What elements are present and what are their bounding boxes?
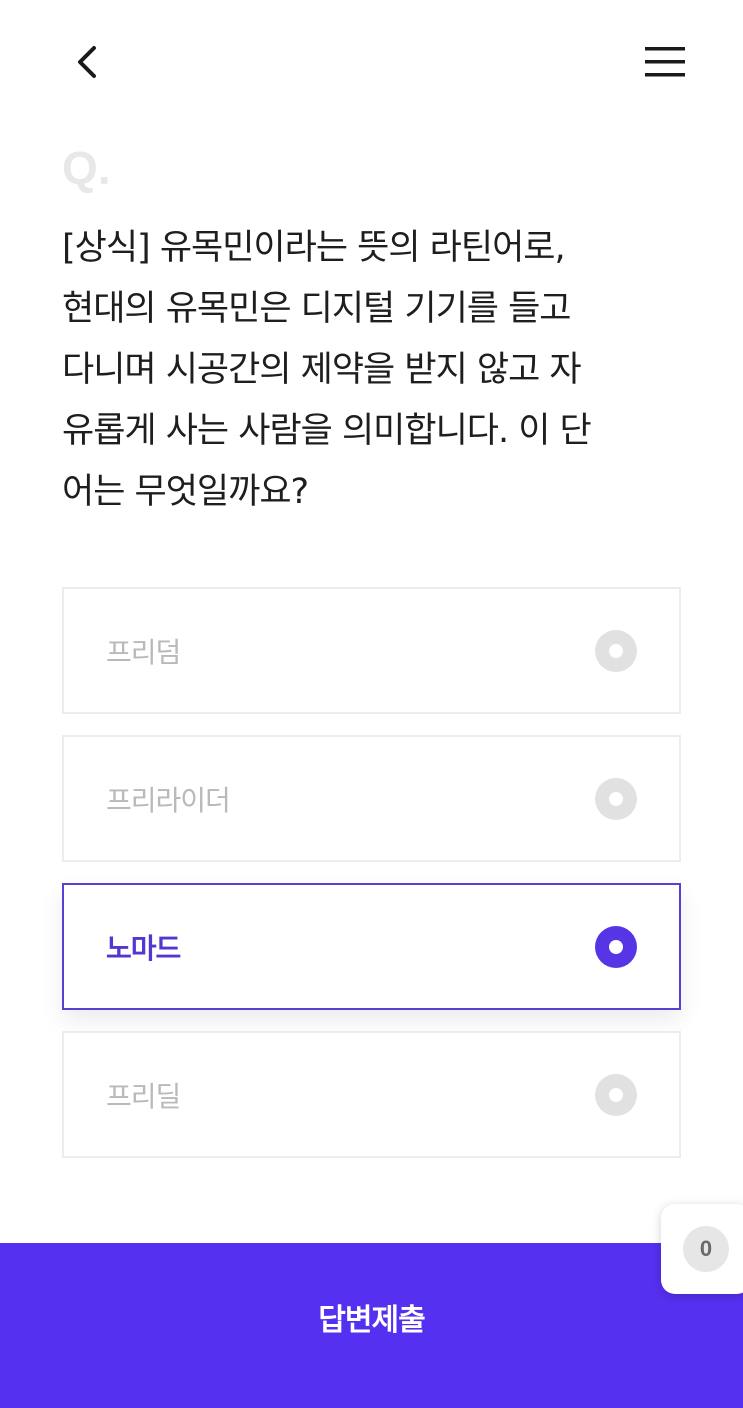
counter-badge: 0 — [683, 1226, 729, 1272]
hamburger-menu-icon — [645, 47, 685, 77]
answer-option-label: 프리덤 — [106, 635, 181, 669]
answer-options: 프리덤 프리라이더 노마드 프리딜 — [62, 587, 681, 1179]
answer-option-label: 노마드 — [106, 931, 181, 965]
floating-counter-button[interactable]: 0 — [661, 1204, 743, 1294]
radio-selected-icon[interactable] — [595, 925, 637, 968]
question-text: [상식] 유목민이라는 뜻의 라틴어로, 현대의 유목민은 디지털 기기를 들고… — [62, 218, 682, 523]
radio-icon[interactable] — [595, 629, 637, 672]
submit-label: 답변제출 — [318, 1303, 425, 1338]
answer-option-3-selected[interactable]: 노마드 — [62, 883, 681, 1010]
question-line: 다니며 시공간의 제약을 받지 않고 자 — [62, 350, 582, 390]
answer-option-label: 프리라이더 — [106, 783, 231, 817]
chevron-left-icon — [78, 46, 96, 78]
back-button[interactable] — [58, 34, 114, 90]
question-line: 어는 무엇일까요? — [62, 472, 309, 512]
question-line: [상식] 유목민이라는 뜻의 라틴어로, — [62, 228, 566, 268]
answer-option-label: 프리딜 — [106, 1079, 181, 1113]
question-mark-label: Q. — [62, 142, 111, 194]
answer-option-2[interactable]: 프리라이더 — [62, 735, 681, 862]
question-line: 유롭게 사는 사람을 의미합니다. 이 단 — [62, 411, 592, 451]
top-bar — [0, 0, 743, 125]
submit-answer-button[interactable]: 답변제출 — [0, 1243, 743, 1408]
answer-option-1[interactable]: 프리덤 — [62, 587, 681, 714]
question-line: 현대의 유목민은 디지털 기기를 들고 — [62, 289, 572, 329]
menu-button[interactable] — [637, 34, 693, 90]
radio-icon[interactable] — [595, 1073, 637, 1116]
answer-option-4[interactable]: 프리딜 — [62, 1031, 681, 1158]
radio-icon[interactable] — [595, 777, 637, 820]
